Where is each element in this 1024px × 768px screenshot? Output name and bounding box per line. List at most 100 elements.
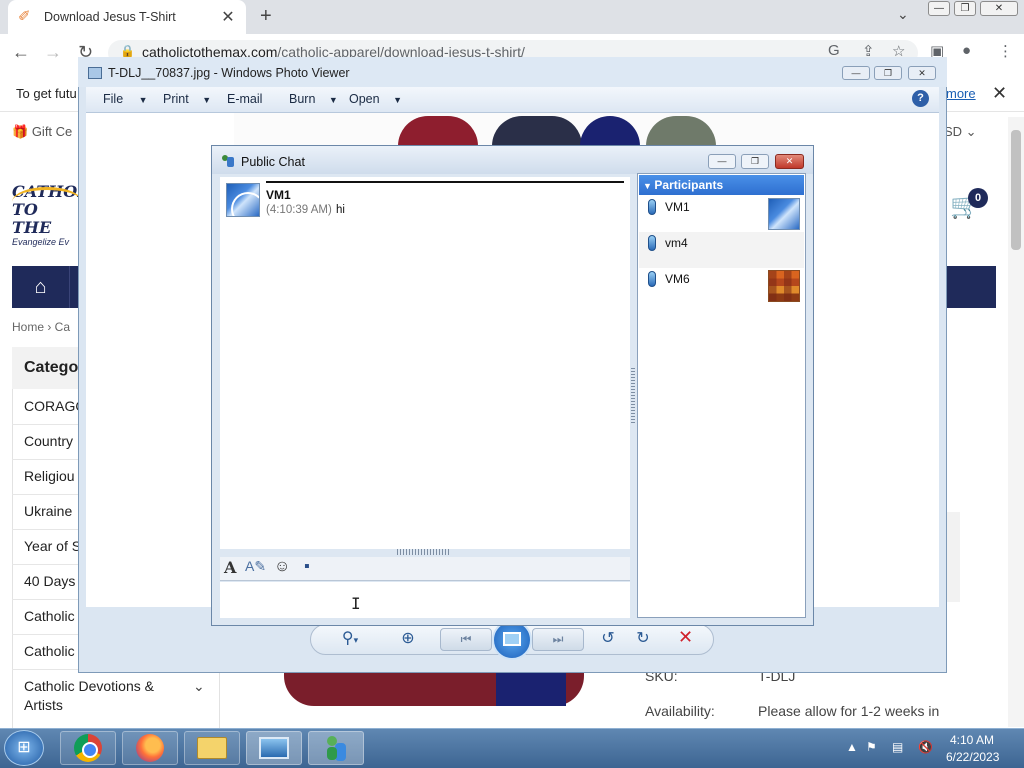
message-pane[interactable]: [220, 177, 630, 549]
menu-label: Burn: [289, 92, 316, 106]
chevron-down-icon[interactable]: ⌄: [193, 678, 205, 695]
cart-count-badge: 0: [968, 188, 988, 208]
message-text: hi: [336, 204, 345, 216]
message-input[interactable]: [220, 582, 630, 618]
browser-restore-button[interactable]: ❐: [954, 1, 976, 16]
info-bar-close-icon[interactable]: ✕: [992, 83, 1007, 104]
network-icon[interactable]: ▤: [892, 740, 903, 754]
font-color-icon[interactable]: A✎: [245, 558, 266, 575]
previous-button[interactable]: ⏮: [440, 628, 492, 651]
side-panel: [946, 512, 960, 602]
horizontal-splitter[interactable]: [397, 549, 451, 555]
breadcrumb[interactable]: Home › Ca: [12, 320, 70, 334]
logo-swoosh: [12, 187, 82, 217]
vertical-splitter[interactable]: [631, 368, 635, 424]
actual-size-icon[interactable]: ⊕: [396, 628, 420, 648]
next-button[interactable]: ⏭: [532, 628, 584, 651]
participant-name: VM6: [665, 272, 690, 286]
message-sender: VM1: [266, 188, 291, 202]
avatar: [226, 183, 260, 217]
emoticon-icon[interactable]: ☺: [274, 558, 290, 576]
browser-tab[interactable]: ✐ Download Jesus T-Shirt ✕: [8, 0, 246, 34]
participants-header[interactable]: ▼ Participants: [639, 175, 804, 195]
browser-close-button[interactable]: ✕: [980, 1, 1018, 16]
user-icon: [648, 235, 656, 251]
participant-name: VM1: [665, 200, 690, 214]
font-icon[interactable]: A: [224, 558, 236, 577]
back-icon[interactable]: ←: [12, 42, 30, 63]
menu-label: Open: [349, 92, 380, 106]
menu-email[interactable]: E-mail: [227, 92, 262, 106]
photo-viewer-minimize-button[interactable]: —: [842, 66, 870, 80]
photo-viewer-close-button[interactable]: ✕: [908, 66, 936, 80]
zoom-icon[interactable]: ⚲▾: [338, 628, 362, 648]
chat-users-icon: [324, 734, 348, 762]
dropdown-arrow-icon: ▼: [138, 95, 148, 105]
lock-icon[interactable]: 🔒: [120, 44, 135, 58]
chat-minimize-button[interactable]: —: [708, 154, 736, 169]
tab-close-icon[interactable]: ✕: [220, 7, 236, 27]
forward-icon[interactable]: →: [44, 42, 62, 63]
shirt-dark: [492, 116, 582, 146]
rotate-counterclockwise-icon[interactable]: ↺: [596, 628, 620, 648]
rotate-clockwise-icon[interactable]: ↻: [631, 628, 655, 648]
menu-label: File: [103, 92, 124, 106]
home-icon[interactable]: ⌂: [12, 266, 70, 308]
photo-viewer-icon: [259, 737, 289, 759]
user-icon: [648, 271, 656, 287]
tab-title: Download Jesus T-Shirt: [44, 10, 176, 24]
participant-avatar: [768, 198, 800, 230]
start-button[interactable]: ⊞: [4, 730, 44, 766]
menu-burn[interactable]: Burn ▼: [289, 92, 338, 106]
menu-print[interactable]: Print ▼: [163, 92, 211, 106]
user-icon: [648, 199, 656, 215]
browser-minimize-button[interactable]: —: [928, 1, 950, 16]
show-hidden-icons[interactable]: ▲: [846, 740, 858, 754]
participant-row[interactable]: [639, 232, 804, 268]
menu-file[interactable]: File ▼: [103, 92, 148, 106]
text-cursor-icon: I: [351, 594, 361, 613]
chat-close-button[interactable]: ✕: [775, 154, 804, 169]
clock-date[interactable]: 6/22/2023: [946, 750, 999, 764]
currency-selector[interactable]: SD ⌄: [944, 124, 977, 140]
photo-viewer-maximize-button[interactable]: ❐: [874, 66, 902, 80]
save-icon[interactable]: ▪: [304, 558, 310, 576]
menu-open[interactable]: Open ▼: [349, 92, 402, 106]
page-scrollbar-thumb[interactable]: [1011, 130, 1021, 250]
chat-title: Public Chat: [241, 155, 305, 169]
dropdown-arrow-icon: ▼: [328, 95, 338, 105]
profile-icon[interactable]: ●: [962, 42, 971, 59]
site-logo[interactable]: CATHOL TO THE Evangelize Ev: [12, 183, 88, 247]
product-image-bottom: [284, 672, 584, 706]
availability-label: Availability:: [645, 703, 715, 719]
availability-value: Please allow for 1-2 weeks in: [758, 703, 940, 719]
menu-dots-icon[interactable]: ⋮: [998, 42, 1013, 60]
help-icon[interactable]: ?: [912, 90, 929, 107]
volume-muted-icon[interactable]: 🔇: [918, 740, 933, 754]
tab-search-chevron-icon[interactable]: ⌄: [897, 6, 909, 23]
gift-text: Gift Ce: [31, 124, 73, 139]
chrome-icon: [74, 734, 102, 762]
new-tab-icon[interactable]: +: [260, 5, 272, 28]
delete-icon[interactable]: ✕: [678, 627, 693, 648]
firefox-icon: [136, 734, 164, 762]
chat-maximize-button[interactable]: ❐: [741, 154, 769, 169]
info-bar-text: To get futu: [16, 86, 77, 101]
collapse-arrow-icon: ▼: [643, 181, 655, 191]
photo-viewer-title: T-DLJ__70837.jpg - Windows Photo Viewer: [108, 66, 350, 80]
menu-label: Print: [163, 92, 189, 106]
dropdown-arrow-icon: ▼: [202, 95, 212, 105]
slideshow-icon: [503, 632, 521, 646]
participant-avatar: [768, 270, 800, 302]
dropdown-arrow-icon: ▼: [393, 95, 402, 105]
photo-viewer-menubar: [86, 87, 939, 113]
message-divider: [266, 181, 624, 183]
clock-time[interactable]: 4:10 AM: [950, 733, 994, 747]
action-center-icon[interactable]: ⚑: [866, 740, 877, 754]
participant-name: vm4: [665, 236, 688, 250]
message-time: (4:10:39 AM): [266, 204, 332, 216]
participants-header-label: Participants: [654, 178, 724, 192]
category-item[interactable]: Catholic Devotions & Artists: [12, 669, 192, 723]
gift-certificates-link[interactable]: 🎁 Gift Ce: [12, 124, 72, 140]
info-bar-link[interactable]: more: [946, 86, 976, 101]
